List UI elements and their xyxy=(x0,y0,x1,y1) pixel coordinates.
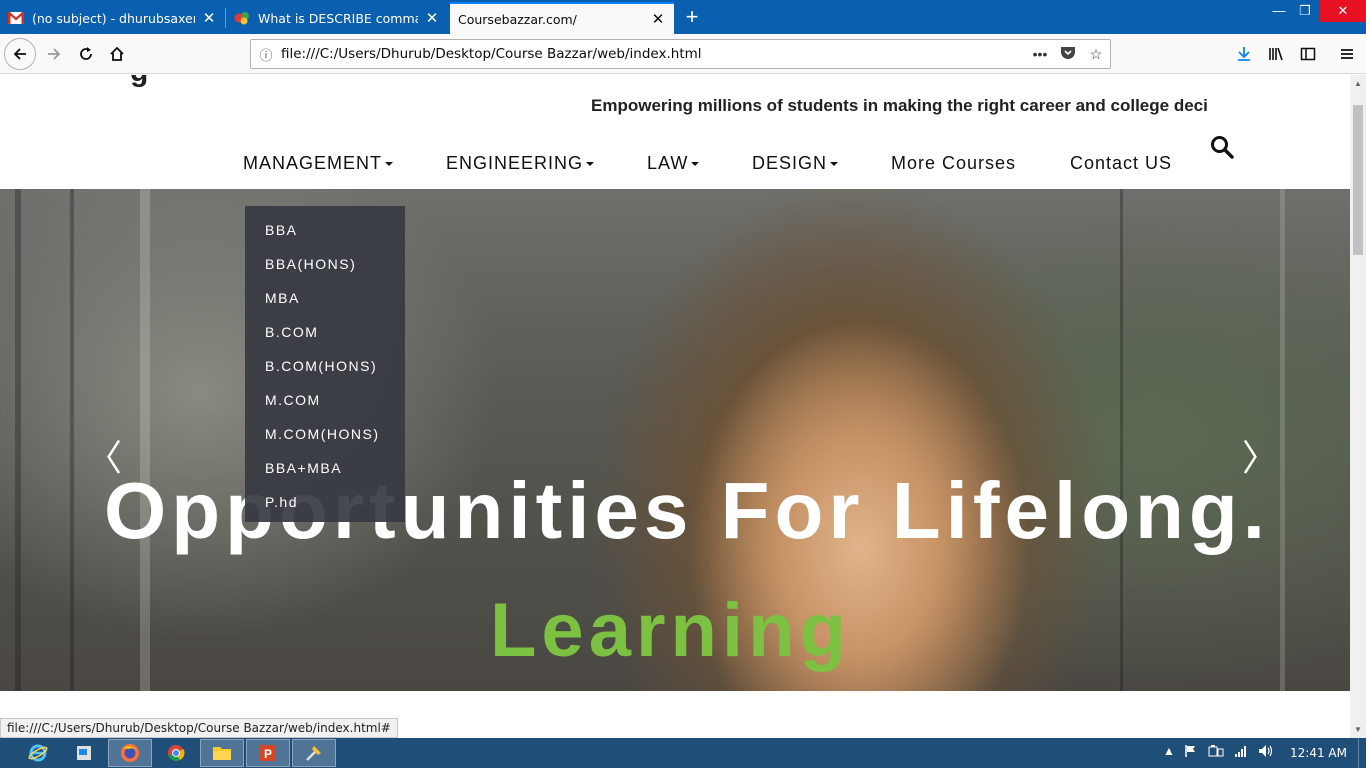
navigation-toolbar: ⓘ file:///C:/Users/Dhurub/Desktop/Course… xyxy=(0,34,1366,74)
site-favicon xyxy=(234,10,250,26)
pocket-icon[interactable] xyxy=(1054,46,1082,63)
caret-down-icon xyxy=(691,162,700,167)
site-tagline: Empowering millions of students in makin… xyxy=(591,96,1208,115)
show-desktop-button[interactable] xyxy=(1358,738,1366,768)
forward-button[interactable] xyxy=(38,38,70,70)
hero-slider: 〈 〉 Opportunities For Lifelong. Learning xyxy=(0,189,1350,691)
network-signal-icon[interactable] xyxy=(1234,744,1248,761)
menu-label: More Courses xyxy=(891,153,1017,173)
search-icon[interactable] xyxy=(1210,135,1234,164)
back-arrow-icon xyxy=(13,48,26,60)
management-dropdown: BBA BBA(HONS) MBA B.COM B.COM(HONS) M.CO… xyxy=(245,206,405,522)
tab-gmail[interactable]: (no subject) - dhurubsaxena20( ✕ xyxy=(0,2,225,34)
tab-title: Coursebazzar.com/ xyxy=(458,11,577,27)
back-button[interactable] xyxy=(4,38,36,70)
dropdown-item-bba-mba[interactable]: BBA+MBA xyxy=(245,457,405,491)
action-center-flag-icon[interactable] xyxy=(1184,744,1198,761)
tab-title: (no subject) - dhurubsaxena20( xyxy=(32,10,195,26)
downloads-button[interactable] xyxy=(1228,38,1260,70)
background-detail xyxy=(1280,189,1285,691)
caret-down-icon xyxy=(586,162,595,167)
menu-law[interactable]: LAW xyxy=(647,153,700,174)
tool-icon[interactable] xyxy=(292,739,336,767)
close-icon[interactable]: ✕ xyxy=(201,9,217,27)
close-icon[interactable]: ✕ xyxy=(650,10,666,28)
background-detail xyxy=(140,189,150,691)
menu-label: MANAGEMENT xyxy=(243,153,383,173)
firefox-icon[interactable] xyxy=(108,739,152,767)
windows-taskbar: P ▲ 12:41 AM xyxy=(0,738,1366,768)
forward-arrow-icon xyxy=(48,48,61,60)
tab-coursebazzar[interactable]: Coursebazzar.com/ ✕ xyxy=(450,2,674,34)
page-actions-icon[interactable]: ••• xyxy=(1026,46,1054,62)
background-detail xyxy=(15,189,21,691)
menu-more-courses[interactable]: More Courses xyxy=(891,153,1016,174)
menu-label: Contact US xyxy=(1070,153,1173,173)
home-button[interactable] xyxy=(101,38,133,70)
tab-describe[interactable]: What is DESCRIBE command in ✕ xyxy=(226,2,448,34)
dropdown-item-bba[interactable]: BBA xyxy=(245,219,405,253)
library-button[interactable] xyxy=(1260,38,1292,70)
sidebar-button[interactable] xyxy=(1292,38,1324,70)
dropdown-item-bcom-hons[interactable]: B.COM(HONS) xyxy=(245,355,405,389)
dropdown-item-bcom[interactable]: B.COM xyxy=(245,321,405,355)
menu-label: LAW xyxy=(647,153,689,173)
show-hidden-icons-icon[interactable]: ▲ xyxy=(1163,744,1175,758)
dropdown-item-mba[interactable]: MBA xyxy=(245,287,405,321)
status-bar-url: file:///C:/Users/Dhurub/Desktop/Course B… xyxy=(0,718,398,738)
dropdown-item-phd[interactable]: P.hd xyxy=(245,491,405,525)
scroll-thumb[interactable] xyxy=(1353,105,1363,255)
dropdown-item-bba-hons[interactable]: BBA(HONS) xyxy=(245,253,405,287)
home-icon xyxy=(110,46,124,61)
menu-design[interactable]: DESIGN xyxy=(752,153,839,174)
caret-down-icon xyxy=(385,162,394,167)
taskbar-clock[interactable]: 12:41 AM xyxy=(1290,746,1347,760)
scroll-up-arrow-icon[interactable]: ▲ xyxy=(1354,79,1362,88)
file-explorer-icon[interactable] xyxy=(200,739,244,767)
hamburger-icon xyxy=(1341,49,1353,59)
background-detail xyxy=(70,189,74,691)
menu-engineering[interactable]: ENGINEERING xyxy=(446,153,595,174)
ie-icon[interactable] xyxy=(16,739,60,767)
site-info-icon[interactable]: ⓘ xyxy=(251,45,281,64)
library-icon xyxy=(1269,47,1283,61)
dropdown-item-mcom-hons[interactable]: M.COM(HONS) xyxy=(245,423,405,457)
web-page: g Empowering millions of students in mak… xyxy=(0,75,1350,738)
new-tab-button[interactable]: + xyxy=(680,4,704,30)
menu-label: ENGINEERING xyxy=(446,153,584,173)
page-scrollbar[interactable]: ▲ ▼ xyxy=(1350,75,1366,738)
tab-title: What is DESCRIBE command in xyxy=(258,10,418,26)
scroll-down-arrow-icon[interactable]: ▼ xyxy=(1354,725,1362,734)
volume-icon[interactable] xyxy=(1258,744,1274,761)
bookmark-star-icon[interactable]: ☆ xyxy=(1082,46,1110,63)
caret-down-icon xyxy=(830,162,839,167)
sidebar-icon xyxy=(1300,47,1316,61)
battery-icon[interactable] xyxy=(1208,744,1224,761)
dropdown-item-mcom[interactable]: M.COM xyxy=(245,389,405,423)
reload-icon xyxy=(80,47,92,60)
explorer-icon[interactable] xyxy=(62,739,106,767)
powerpoint-icon[interactable]: P xyxy=(246,739,290,767)
address-bar[interactable]: ⓘ file:///C:/Users/Dhurub/Desktop/Course… xyxy=(250,39,1111,69)
menu-button[interactable] xyxy=(1331,38,1363,70)
svg-text:P: P xyxy=(264,747,272,761)
window-close-button[interactable]: ✕ xyxy=(1320,0,1366,22)
site-logo[interactable]: g xyxy=(130,75,148,89)
background-detail xyxy=(1120,189,1123,691)
url-text[interactable]: file:///C:/Users/Dhurub/Desktop/Course B… xyxy=(281,46,1026,62)
gmail-icon xyxy=(8,10,24,26)
menu-label: DESIGN xyxy=(752,153,828,173)
reload-button[interactable] xyxy=(70,38,102,70)
menu-contact-us[interactable]: Contact US xyxy=(1070,153,1172,174)
menu-management[interactable]: MANAGEMENT xyxy=(243,153,394,174)
hero-subtitle: Learning xyxy=(490,588,851,673)
close-icon[interactable]: ✕ xyxy=(424,9,440,27)
download-icon xyxy=(1238,47,1250,61)
chrome-icon[interactable] xyxy=(154,739,198,767)
tab-strip: (no subject) - dhurubsaxena20( ✕ What is… xyxy=(0,0,1366,34)
